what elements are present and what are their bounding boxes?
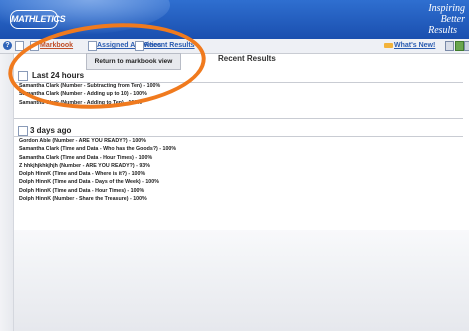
- mathletics-logo[interactable]: MATHLETICS: [10, 10, 66, 29]
- settings-icon[interactable]: [464, 41, 469, 51]
- result-item[interactable]: Samantha Clark (Time and Data - Who has …: [19, 145, 176, 153]
- result-item[interactable]: Dolph HinnK (Number - Share the Treasure…: [19, 195, 176, 203]
- result-item[interactable]: Samantha Clark (Time and Data - Hour Tim…: [19, 154, 176, 162]
- result-item[interactable]: Gordon Able (Number - ARE YOU READY?) - …: [19, 137, 176, 145]
- tagline: Inspiring Better Results: [405, 3, 465, 36]
- help-icon[interactable]: ?: [3, 41, 12, 50]
- page-title: Recent Results: [218, 54, 276, 63]
- whats-new-icon[interactable]: [384, 43, 393, 48]
- tagline-line-1: Inspiring Better: [428, 3, 465, 25]
- section-title: 3 days ago: [30, 126, 72, 135]
- export-icon[interactable]: [455, 41, 464, 51]
- empty-content-area: [14, 230, 469, 331]
- left-rail: [0, 53, 14, 331]
- results-list-3-days-ago: Gordon Able (Number - ARE YOU READY?) - …: [19, 137, 176, 203]
- result-item[interactable]: Dolph HinnK (Time and Data - Where is it…: [19, 170, 176, 178]
- whats-new-link[interactable]: What's New!: [394, 39, 435, 53]
- tagline-line-2: Results: [428, 25, 457, 36]
- result-item[interactable]: Dolph HinnK (Time and Data - Hour Times)…: [19, 187, 176, 195]
- result-item[interactable]: Z hhkjhjkhkjhjh (Number - ARE YOU READY?…: [19, 162, 176, 170]
- calendar-icon: [18, 126, 28, 136]
- print-icon[interactable]: [445, 41, 454, 51]
- divider: [14, 118, 463, 119]
- result-item[interactable]: Dolph HinnK (Time and Data - Days of the…: [19, 178, 176, 186]
